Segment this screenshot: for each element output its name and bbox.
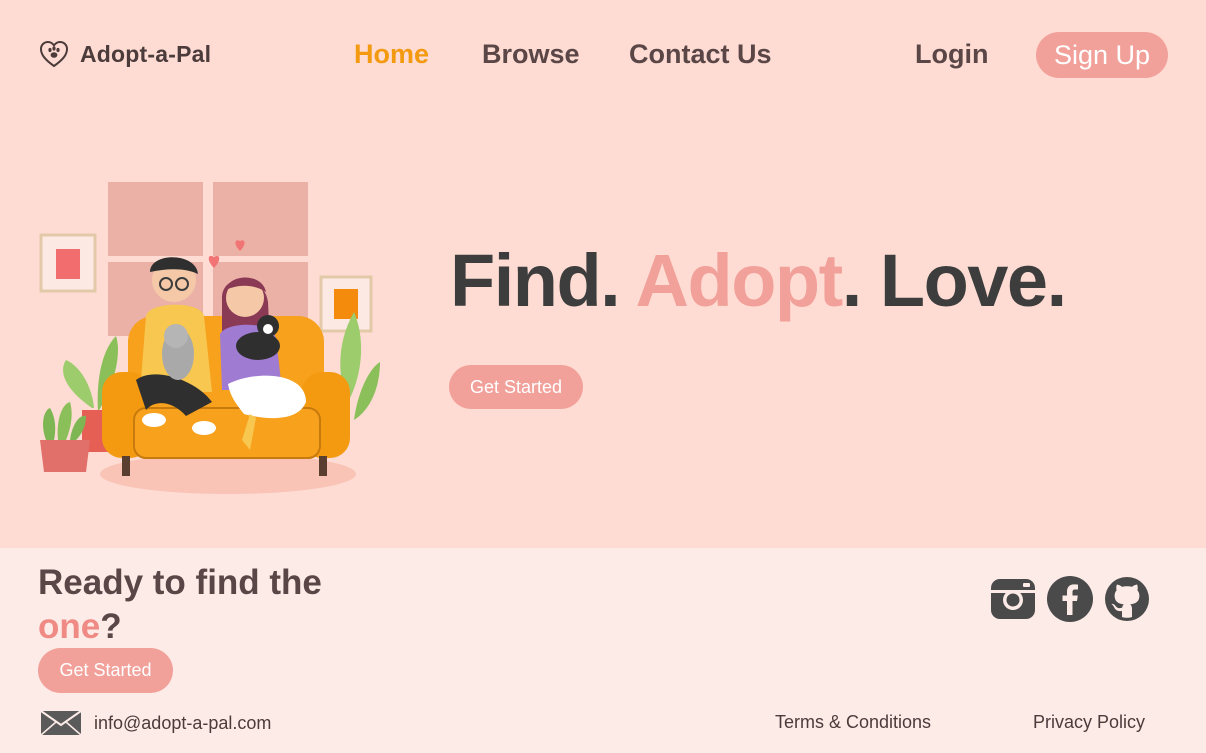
footer-get-started-button[interactable]: Get Started bbox=[38, 648, 173, 693]
instagram-icon[interactable] bbox=[990, 576, 1036, 622]
facebook-icon[interactable] bbox=[1047, 576, 1093, 622]
footer-heading: Ready to find the one? bbox=[38, 561, 378, 649]
footer-heading-part1: Ready to find the bbox=[38, 563, 322, 602]
hero-title: Find. Adopt. Love. bbox=[450, 238, 1067, 323]
brand-name: Adopt-a-Pal bbox=[80, 40, 212, 67]
hero-title-part2: . Love. bbox=[841, 239, 1067, 322]
envelope-icon bbox=[40, 710, 82, 736]
email-address: info@adopt-a-pal.com bbox=[94, 712, 272, 733]
hero-title-part1: Find. bbox=[450, 239, 636, 322]
heart-paw-icon bbox=[39, 40, 69, 68]
github-icon[interactable] bbox=[1104, 576, 1150, 622]
nav-contact-link[interactable]: Contact Us bbox=[629, 39, 772, 70]
hero-get-started-button[interactable]: Get Started bbox=[449, 365, 583, 409]
login-link[interactable]: Login bbox=[915, 39, 988, 70]
footer-heading-accent: one bbox=[38, 607, 101, 646]
terms-link[interactable]: Terms & Conditions bbox=[775, 712, 931, 733]
social-links bbox=[990, 576, 1150, 622]
couple-with-cats-on-sofa-illustration bbox=[39, 182, 380, 494]
footer-heading-part2: ? bbox=[100, 607, 122, 646]
contact-email[interactable]: info@adopt-a-pal.com bbox=[40, 710, 271, 736]
signup-button[interactable]: Sign Up bbox=[1036, 32, 1168, 78]
footer: Ready to find the one? Get Started info@… bbox=[0, 548, 1206, 753]
navbar: Adopt-a-Pal Home Browse Contact Us Login… bbox=[0, 0, 1206, 110]
nav-browse-link[interactable]: Browse bbox=[482, 39, 580, 70]
nav-home-link[interactable]: Home bbox=[354, 39, 429, 70]
hero-title-accent: Adopt bbox=[635, 239, 844, 322]
brand[interactable]: Adopt-a-Pal bbox=[38, 38, 211, 70]
privacy-policy-link[interactable]: Privacy Policy bbox=[1033, 712, 1145, 733]
